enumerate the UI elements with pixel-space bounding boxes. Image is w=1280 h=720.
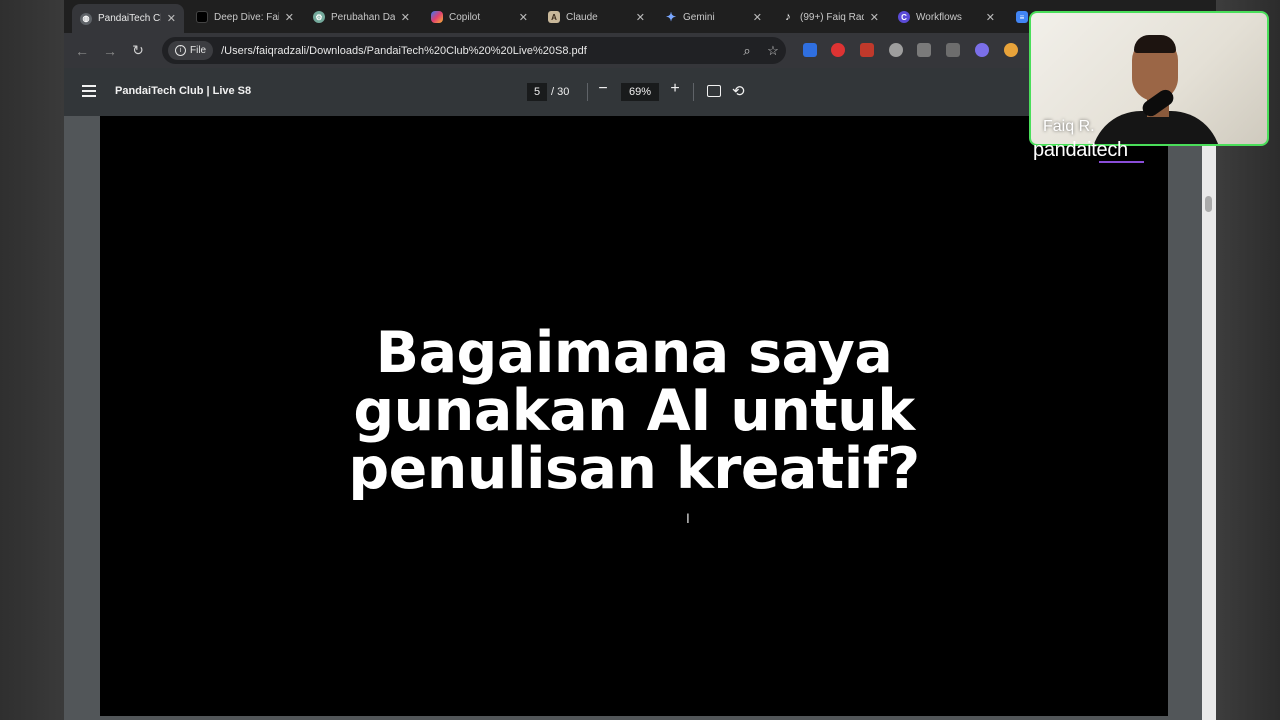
address-bar[interactable]: i File /Users/faiqradzali/Downloads/Pand… (162, 37, 786, 64)
tab-title: Copilot (449, 11, 481, 23)
close-tab-icon[interactable]: ✕ (401, 11, 410, 24)
openai-icon: ⚙ (313, 11, 325, 23)
fit-to-page-icon[interactable] (707, 85, 721, 97)
close-tab-icon[interactable]: ✕ (753, 11, 762, 24)
tab-deep-dive[interactable]: Deep Dive: Faiq ✕ (188, 4, 302, 30)
brand-logo: pandaitech (1033, 139, 1128, 161)
scrollbar-thumb[interactable] (1205, 196, 1212, 212)
slide-line: penulisan kreatif? (348, 436, 920, 502)
url-text[interactable]: /Users/faiqradzali/Downloads/PandaiTech%… (221, 45, 734, 57)
divider (587, 83, 588, 101)
tab-gemini[interactable]: ✦ Gemini ✕ (657, 4, 770, 30)
deep-dive-icon (196, 11, 208, 23)
brand-underline (1099, 161, 1144, 163)
workflows-icon: C (898, 11, 910, 23)
extension-purple-icon[interactable] (975, 43, 989, 57)
globe-icon: ◍ (80, 12, 92, 25)
tab-workflows[interactable]: C Workflows ✕ (890, 4, 1003, 30)
presenter-name: Faiq R. (1043, 118, 1095, 135)
adblock-extension-icon[interactable] (831, 43, 845, 57)
tab-title: Workflows (916, 11, 962, 23)
presenter-hair (1134, 35, 1176, 53)
tab-copilot[interactable]: Copilot ✕ (423, 4, 536, 30)
shield-extension-icon[interactable] (803, 43, 817, 57)
screen: ◍ PandaiTech Club | Live S8 ✕ Deep Dive:… (0, 0, 1280, 720)
code-extension-icon[interactable] (917, 43, 931, 57)
menu-icon[interactable] (82, 85, 96, 97)
back-icon[interactable]: ← (68, 43, 96, 59)
page-total: / 30 (551, 86, 570, 98)
scrollbar[interactable] (1202, 116, 1216, 720)
divider (693, 83, 694, 101)
tab-title: Gemini (683, 11, 715, 23)
extension-grey-icon[interactable] (889, 43, 903, 57)
zoom-out-button[interactable]: − (593, 80, 613, 98)
tab-title: Deep Dive: Faiq (214, 11, 279, 23)
close-tab-icon[interactable]: ✕ (519, 11, 528, 24)
background-blur-left (0, 0, 64, 720)
bookmark-star-icon[interactable]: ☆ (760, 43, 786, 59)
close-tab-icon[interactable]: ✕ (167, 12, 176, 25)
pdf-title: PandaiTech Club | Live S8 (115, 85, 252, 97)
extension-orange-icon[interactable] (1004, 43, 1018, 57)
slide-line: Bagaimana saya (375, 320, 893, 386)
tab-perubahan[interactable]: ⚙ Perubahan Dasar ✕ (305, 4, 418, 30)
copilot-icon (431, 11, 443, 23)
tab-claude[interactable]: A Claude ✕ (540, 4, 653, 30)
search-icon[interactable]: ⌕ (734, 43, 760, 59)
tab-title: Perubahan Dasar (331, 11, 395, 23)
site-info-chip[interactable]: i File (168, 41, 214, 60)
tab-title: Claude (566, 11, 598, 23)
close-tab-icon[interactable]: ✕ (285, 11, 294, 24)
close-tab-icon[interactable]: ✕ (636, 11, 645, 24)
rotate-icon[interactable]: ⟲ (732, 82, 745, 100)
scheme-label: File (190, 45, 207, 56)
tab-title: (99+) Faiq Radzali (800, 11, 864, 23)
close-tab-icon[interactable]: ✕ (870, 11, 879, 24)
zoom-in-button[interactable]: + (665, 80, 685, 98)
forward-icon[interactable]: → (96, 43, 124, 59)
page-number-input[interactable]: 5 (527, 83, 547, 101)
tab-title: PandaiTech Club | Live S8 (98, 13, 161, 24)
slide-heading: Bagaimana saya gunakan AI untuk penulisa… (100, 324, 1168, 498)
docs-icon: ≡ (1016, 11, 1028, 23)
tab-pandaitech[interactable]: ◍ PandaiTech Club | Live S8 ✕ (72, 4, 184, 33)
reload-icon[interactable]: ↻ (124, 42, 152, 59)
close-tab-icon[interactable]: ✕ (986, 11, 995, 24)
extension-red-icon[interactable] (860, 43, 874, 57)
extension-puzzle-icon[interactable] (946, 43, 960, 57)
pdf-viewer: Bagaimana saya gunakan AI untuk penulisa… (64, 116, 1216, 720)
info-icon: i (175, 45, 186, 56)
tab-tiktok[interactable]: ♪ (99+) Faiq Radzali ✕ (774, 4, 887, 30)
slide-line: gunakan AI untuk (353, 378, 915, 444)
zoom-input[interactable]: 69% (621, 83, 659, 101)
text-cursor-icon: Ⅰ (686, 511, 690, 526)
pdf-page: Bagaimana saya gunakan AI untuk penulisa… (100, 116, 1168, 716)
claude-icon: A (548, 11, 560, 23)
gemini-icon: ✦ (665, 10, 677, 24)
tiktok-icon: ♪ (785, 11, 791, 23)
